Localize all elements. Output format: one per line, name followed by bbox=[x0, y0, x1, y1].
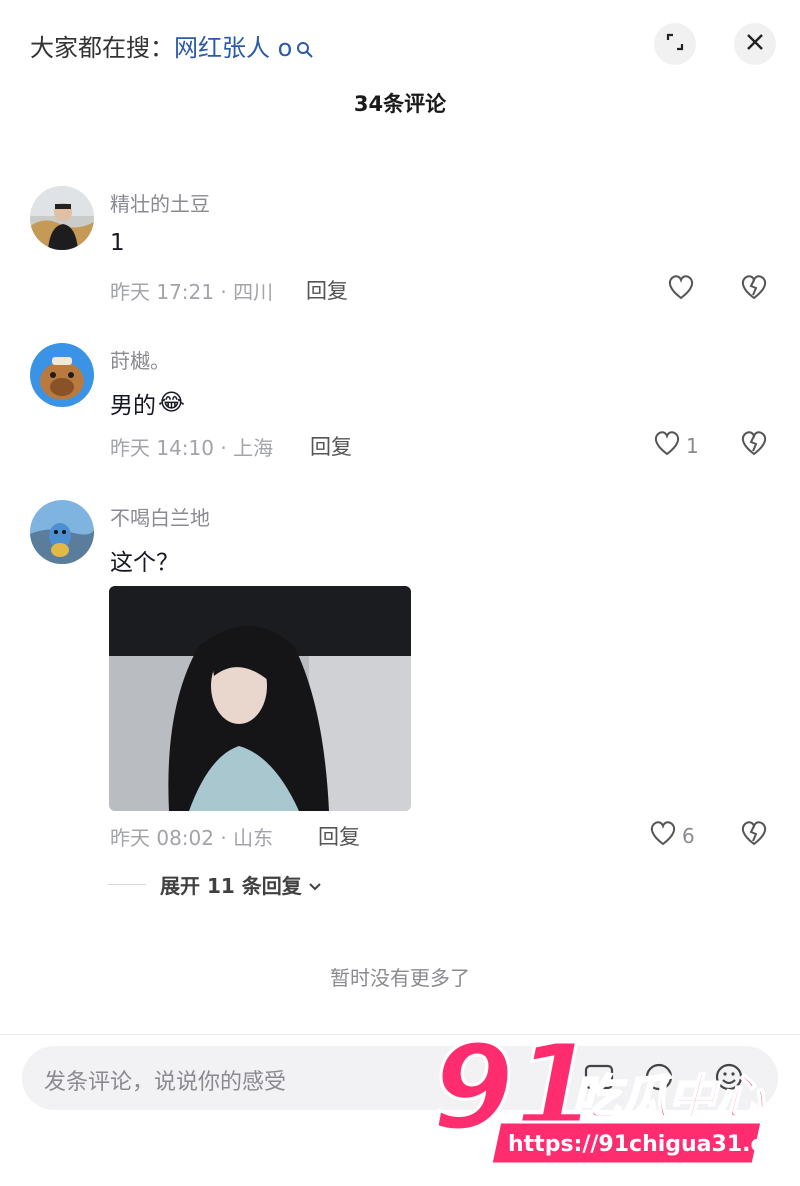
close-button[interactable] bbox=[734, 23, 776, 65]
expand-replies-label: 展开 11 条回复 bbox=[160, 874, 302, 898]
comment-input-placeholder[interactable]: 发条评论，说说你的感受 bbox=[44, 1064, 286, 1096]
divider-line bbox=[108, 884, 146, 885]
watermark-name: 吃瓜中心 bbox=[572, 1070, 766, 1126]
dislike-button[interactable] bbox=[738, 819, 770, 851]
chevron-down-icon bbox=[308, 873, 322, 897]
reply-button[interactable]: 回复 bbox=[306, 275, 348, 305]
expand-replies-button[interactable]: 展开 11 条回复 bbox=[108, 870, 322, 899]
like-count: 6 bbox=[682, 823, 695, 848]
like-button[interactable] bbox=[666, 273, 696, 306]
close-icon bbox=[745, 32, 765, 56]
comment-text: 男的 bbox=[110, 393, 156, 419]
expand-icon bbox=[665, 32, 685, 56]
search-icon bbox=[296, 37, 314, 58]
comment-time-location: 昨天 08:02 · 山东 bbox=[110, 826, 274, 850]
search-suggestion-keyword[interactable]: 网红张人 o bbox=[174, 28, 292, 63]
like-button[interactable]: 1 bbox=[652, 429, 699, 462]
laughing-crying-emoji: 😂 bbox=[158, 390, 185, 416]
reply-button[interactable]: 回复 bbox=[318, 821, 360, 851]
comment-text-row: 男的 😂 bbox=[110, 386, 185, 420]
heart-icon bbox=[648, 819, 678, 852]
comment-image[interactable] bbox=[109, 586, 411, 811]
avatar[interactable] bbox=[30, 186, 94, 250]
comment-time-location: 昨天 14:10 · 上海 bbox=[110, 436, 274, 460]
search-suggestion[interactable]: 大家都在搜： 网红张人 o bbox=[30, 28, 314, 63]
comment-sheet-header: 大家都在搜： 网红张人 o bbox=[0, 0, 800, 90]
avatar[interactable] bbox=[30, 343, 94, 407]
no-more-comments-text: 暂时没有更多了 bbox=[330, 966, 470, 990]
site-watermark: 91 吃瓜中心 https://91chigua31.com bbox=[430, 1017, 800, 1182]
reply-button[interactable]: 回复 bbox=[310, 431, 352, 461]
comment-username[interactable]: 莳樾。 bbox=[110, 345, 170, 374]
dislike-button[interactable] bbox=[738, 273, 770, 305]
watermark-url: https://91chigua31.com bbox=[508, 1132, 800, 1157]
comment-text: 这个？ bbox=[110, 550, 179, 576]
comment-username[interactable]: 精壮的土豆 bbox=[110, 188, 210, 217]
broken-heart-icon bbox=[738, 431, 770, 461]
heart-icon bbox=[652, 429, 682, 462]
comment-username[interactable]: 不喝白兰地 bbox=[110, 502, 210, 531]
heart-icon bbox=[666, 273, 696, 306]
comment-count-title: 34条评论 bbox=[353, 92, 447, 116]
broken-heart-icon bbox=[738, 821, 770, 851]
like-button[interactable]: 6 bbox=[648, 819, 695, 852]
dislike-button[interactable] bbox=[738, 429, 770, 461]
fullscreen-button[interactable] bbox=[654, 23, 696, 65]
like-count: 1 bbox=[686, 433, 699, 458]
comment-time-location: 昨天 17:21 · 四川 bbox=[110, 280, 274, 304]
avatar[interactable] bbox=[30, 500, 94, 564]
search-suggestion-prefix: 大家都在搜： bbox=[30, 34, 174, 62]
broken-heart-icon bbox=[738, 275, 770, 305]
comment-text: 1 bbox=[110, 230, 125, 256]
